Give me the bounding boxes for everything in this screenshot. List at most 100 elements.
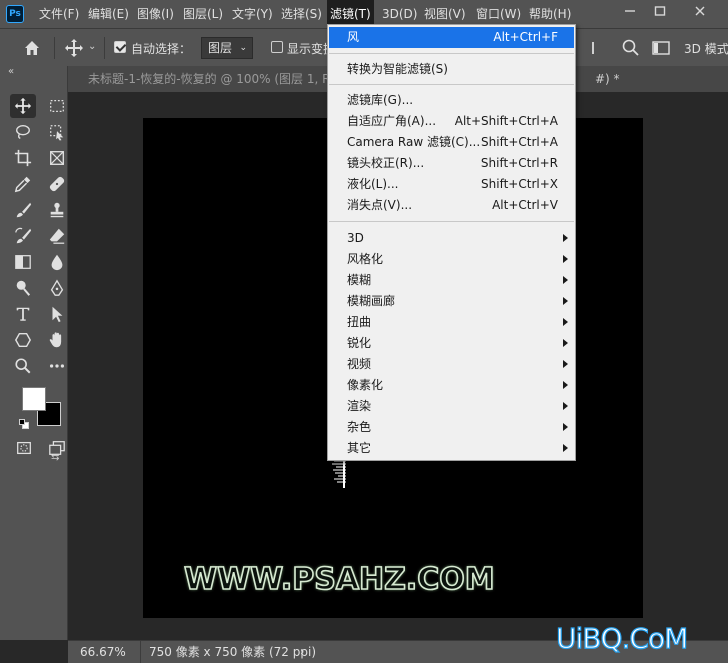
- frame-tool-icon[interactable]: [44, 146, 70, 170]
- menu-item-stylize[interactable]: 风格化: [329, 249, 574, 270]
- collapse-panel-icon[interactable]: «: [8, 66, 14, 77]
- minimize-icon[interactable]: [620, 4, 640, 22]
- menu-item-adaptive-wide-angle[interactable]: 自适应广角(A)... Alt+Shift+Ctrl+A: [329, 111, 574, 132]
- menu-item-label: 其它: [347, 441, 372, 455]
- menu-item-blur[interactable]: 模糊: [329, 270, 574, 291]
- menu-item-shortcut: Shift+Ctrl+A: [481, 135, 558, 149]
- menu-item-render[interactable]: 渲染: [329, 396, 574, 417]
- menu-separator: [329, 84, 574, 85]
- menu-item-pixelate[interactable]: 像素化: [329, 375, 574, 396]
- object-selection-tool-icon[interactable]: [44, 120, 70, 144]
- show-transform-label: 显示变换控件: [287, 42, 327, 56]
- brush-tool-icon[interactable]: [10, 198, 36, 222]
- gradient-tool-icon[interactable]: [10, 250, 36, 274]
- lasso-tool-icon[interactable]: [10, 120, 36, 144]
- submenu-arrow-icon: [563, 297, 568, 305]
- menu-item-distort[interactable]: 扭曲: [329, 312, 574, 333]
- submenu-arrow-icon: [563, 423, 568, 431]
- submenu-arrow-icon: [563, 402, 568, 410]
- menu-item-liquify[interactable]: 液化(L)... Shift+Ctrl+X: [329, 174, 574, 195]
- menu-edit[interactable]: 编辑(E): [85, 0, 132, 28]
- move-tool-icon[interactable]: [10, 94, 36, 118]
- path-selection-tool-icon[interactable]: [44, 302, 70, 326]
- marquee-tool-icon[interactable]: [44, 94, 70, 118]
- menu-layer[interactable]: 图层(L): [180, 0, 226, 28]
- menu-file[interactable]: 文件(F): [36, 0, 82, 28]
- menu-item-vanishing-point[interactable]: 消失点(V)... Alt+Ctrl+V: [329, 195, 574, 216]
- pen-tool-icon[interactable]: [44, 276, 70, 300]
- menu-image[interactable]: 图像(I): [134, 0, 177, 28]
- search-icon[interactable]: [621, 38, 641, 58]
- workspace-icon[interactable]: [651, 38, 671, 58]
- menu-item-convert-smart-filter[interactable]: 转换为智能滤镜(S): [329, 59, 574, 80]
- tool-preset-chevron-down-icon[interactable]: ⌄: [88, 41, 96, 52]
- menu-select[interactable]: 选择(S): [278, 0, 325, 28]
- clone-stamp-tool-icon[interactable]: [44, 198, 70, 222]
- menu-item-other[interactable]: 其它: [329, 438, 574, 459]
- menu-item-video[interactable]: 视频: [329, 354, 574, 375]
- menu-type[interactable]: 文字(Y): [229, 0, 276, 28]
- 3d-mode-label: 3D 模式：: [684, 42, 728, 56]
- home-icon[interactable]: [22, 38, 42, 58]
- submenu-arrow-icon: [563, 444, 568, 452]
- move-tool-preset-icon[interactable]: [64, 38, 84, 58]
- document-info: 750 像素 x 750 像素 (72 ppi): [140, 641, 316, 663]
- status-menu-chevron-icon[interactable]: ›: [300, 641, 304, 663]
- healing-brush-tool-icon[interactable]: [44, 172, 70, 196]
- submenu-arrow-icon: [563, 339, 568, 347]
- menu-item-label: 转换为智能滤镜(S): [347, 62, 448, 76]
- menu-item-wind[interactable]: 风 Alt+Ctrl+F: [329, 27, 574, 48]
- close-icon[interactable]: [690, 4, 710, 22]
- submenu-arrow-icon: [563, 276, 568, 284]
- options-divider: [54, 37, 55, 59]
- submenu-arrow-icon: [563, 381, 568, 389]
- document-tab-tail: #) *: [595, 72, 620, 86]
- menu-item-shortcut: Alt+Ctrl+V: [492, 198, 558, 212]
- menu-item-label: 锐化: [347, 336, 372, 350]
- submenu-arrow-icon: [563, 234, 568, 242]
- menu-item-label: 3D: [347, 231, 364, 245]
- menu-item-sharpen[interactable]: 锐化: [329, 333, 574, 354]
- foreground-color-swatch[interactable]: [22, 387, 46, 411]
- quick-mask-icon[interactable]: [11, 436, 37, 460]
- type-tool-icon[interactable]: [10, 302, 36, 326]
- menu-item-label: 风格化: [347, 252, 384, 266]
- more-options-icon[interactable]: [590, 38, 610, 58]
- more-tools-icon[interactable]: [44, 354, 70, 378]
- menu-item-noise[interactable]: 杂色: [329, 417, 574, 438]
- auto-select-checkbox[interactable]: [114, 41, 126, 53]
- menu-item-label: 风: [347, 30, 360, 44]
- menu-item-blur-gallery[interactable]: 模糊画廊: [329, 291, 574, 312]
- maximize-icon[interactable]: [650, 4, 670, 22]
- photoshop-logo-icon[interactable]: Ps: [6, 5, 24, 23]
- menu-item-label: 杂色: [347, 420, 372, 434]
- menu-item-filter-gallery[interactable]: 滤镜库(G)...: [329, 90, 574, 111]
- show-transform-checkbox[interactable]: [271, 41, 283, 53]
- submenu-arrow-icon: [563, 318, 568, 326]
- canvas-text-layer: WWW.PSAHZ.COM: [183, 561, 495, 598]
- shape-tool-icon[interactable]: [10, 328, 36, 352]
- auto-select-target-dropdown[interactable]: 图层 ⌄: [201, 37, 253, 59]
- eyedropper-tool-icon[interactable]: [10, 172, 36, 196]
- zoom-tool-icon[interactable]: [10, 354, 36, 378]
- hand-tool-icon[interactable]: [44, 328, 70, 352]
- filter-menu-dropdown: 风 Alt+Ctrl+F 转换为智能滤镜(S) 滤镜库(G)... 自适应广角(…: [327, 24, 576, 461]
- submenu-arrow-icon: [563, 255, 568, 263]
- default-colors-icon[interactable]: [19, 418, 29, 429]
- menu-item-lens-correction[interactable]: 镜头校正(R)... Shift+Ctrl+R: [329, 153, 574, 174]
- zoom-level[interactable]: 66.67%: [80, 641, 126, 663]
- blur-tool-icon[interactable]: [44, 250, 70, 274]
- menu-item-3d[interactable]: 3D: [329, 228, 574, 249]
- menu-item-label: 液化(L)...: [347, 177, 399, 191]
- menu-item-label: 模糊画廊: [347, 294, 396, 308]
- crop-tool-icon[interactable]: [10, 146, 36, 170]
- options-divider: [104, 37, 105, 59]
- screen-mode-icon[interactable]: [44, 436, 70, 460]
- eraser-tool-icon[interactable]: [44, 224, 70, 248]
- menu-separator: [329, 53, 574, 54]
- menu-item-label: 自适应广角(A)...: [347, 114, 437, 128]
- history-brush-tool-icon[interactable]: [10, 224, 36, 248]
- menu-item-label: 模糊: [347, 273, 372, 287]
- dodge-tool-icon[interactable]: [10, 276, 36, 300]
- menu-item-camera-raw[interactable]: Camera Raw 滤镜(C)... Shift+Ctrl+A: [329, 132, 574, 153]
